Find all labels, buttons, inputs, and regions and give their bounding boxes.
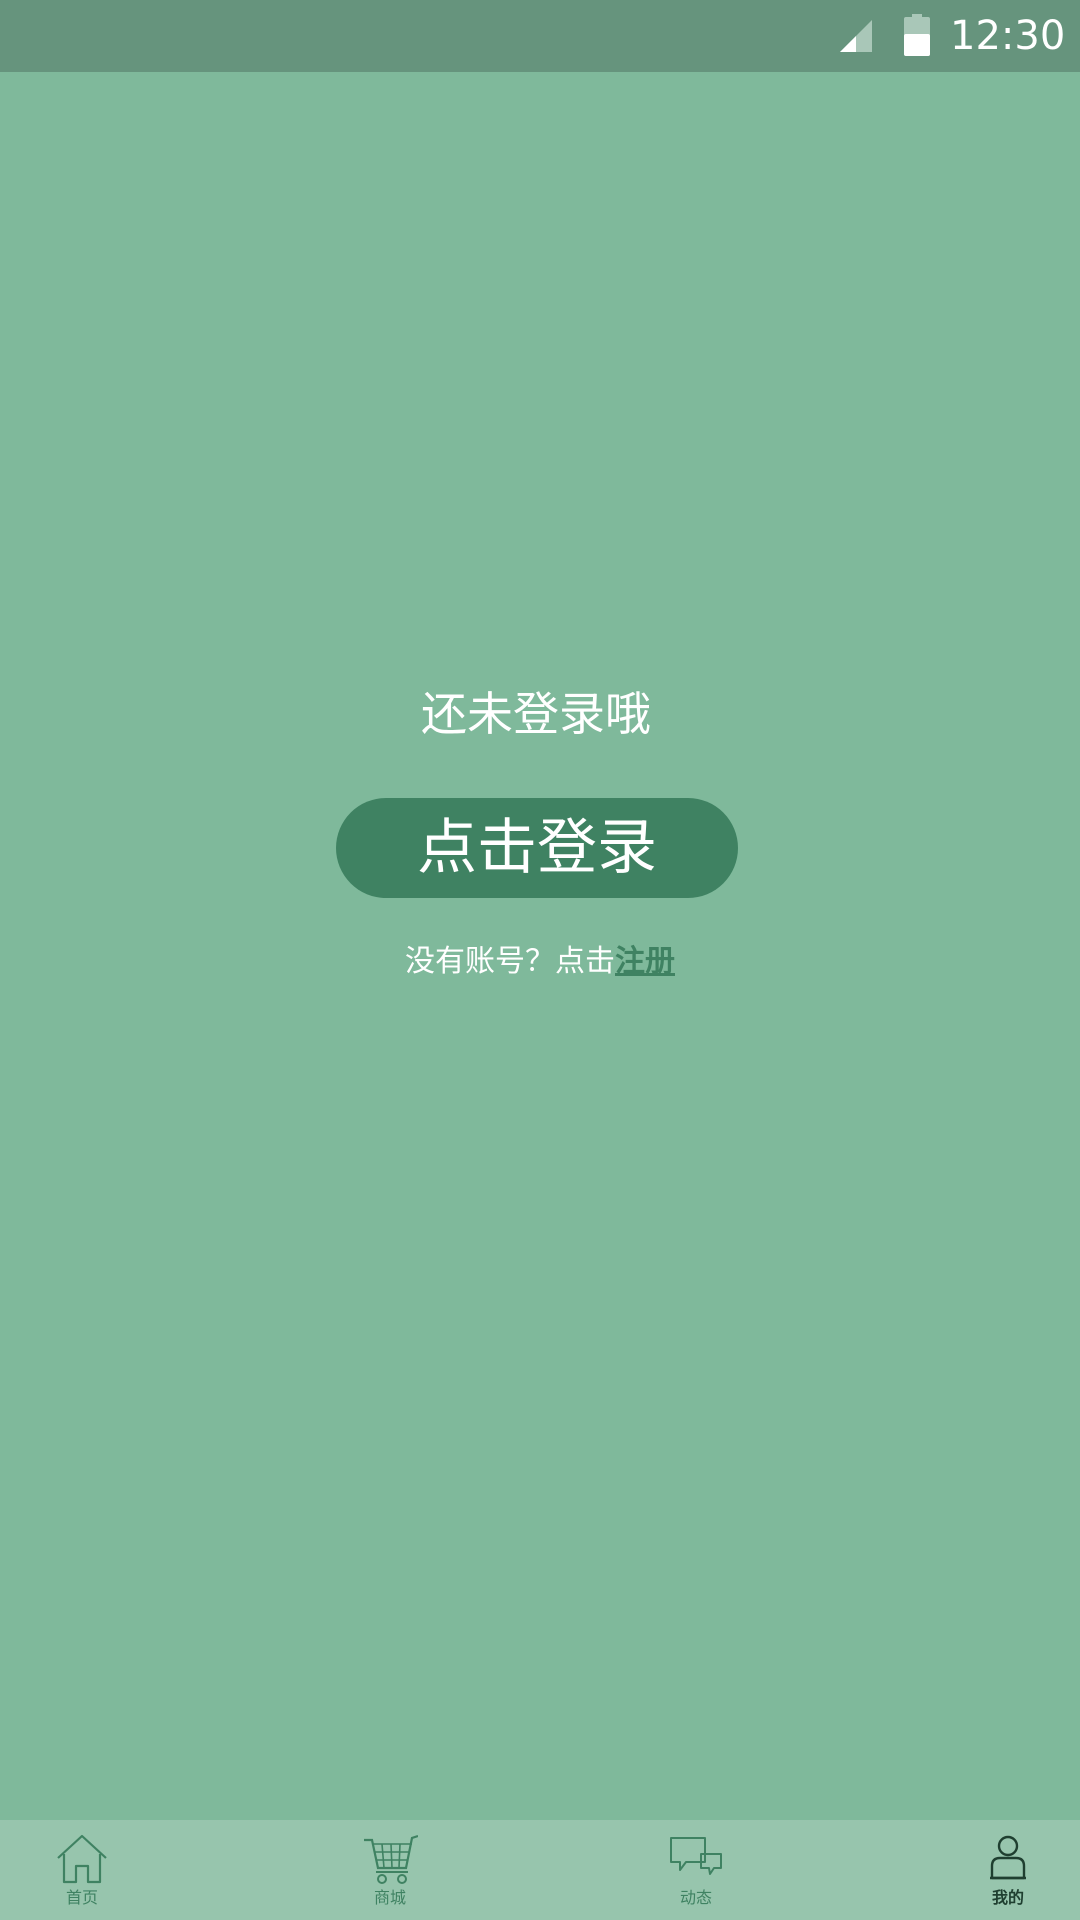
status-bar: 12:30: [0, 0, 1080, 72]
status-clock: 12:30: [950, 13, 1066, 59]
tab-mall[interactable]: 商城: [320, 1820, 460, 1920]
tab-label: 我的: [991, 1888, 1024, 1907]
tab-label: 动态: [679, 1888, 712, 1907]
chat-icon: [670, 1837, 722, 1875]
main-content: 还未登录哦 点击登录 没有账号？点击注册: [0, 72, 1080, 1820]
home-icon: [57, 1834, 107, 1884]
signal-icon: [840, 20, 872, 52]
bottom-tab-bar: 首页 商城 动态 我的: [0, 1820, 1080, 1920]
tab-mine[interactable]: 我的: [938, 1820, 1078, 1920]
login-button[interactable]: 点击登录: [336, 798, 738, 898]
user-icon: [990, 1835, 1026, 1880]
tab-home[interactable]: 首页: [12, 1820, 152, 1920]
tab-label: 商城: [373, 1888, 406, 1907]
tab-feed[interactable]: 动态: [626, 1820, 766, 1920]
register-prefix-text: 没有账号？点击: [405, 944, 615, 979]
register-link[interactable]: 注册: [615, 944, 675, 979]
battery-icon: [904, 14, 930, 56]
register-line: 没有账号？点击注册: [0, 940, 1080, 984]
not-logged-in-text: 还未登录哦: [421, 687, 651, 741]
cart-icon: [364, 1834, 418, 1884]
tab-label: 首页: [65, 1888, 98, 1907]
